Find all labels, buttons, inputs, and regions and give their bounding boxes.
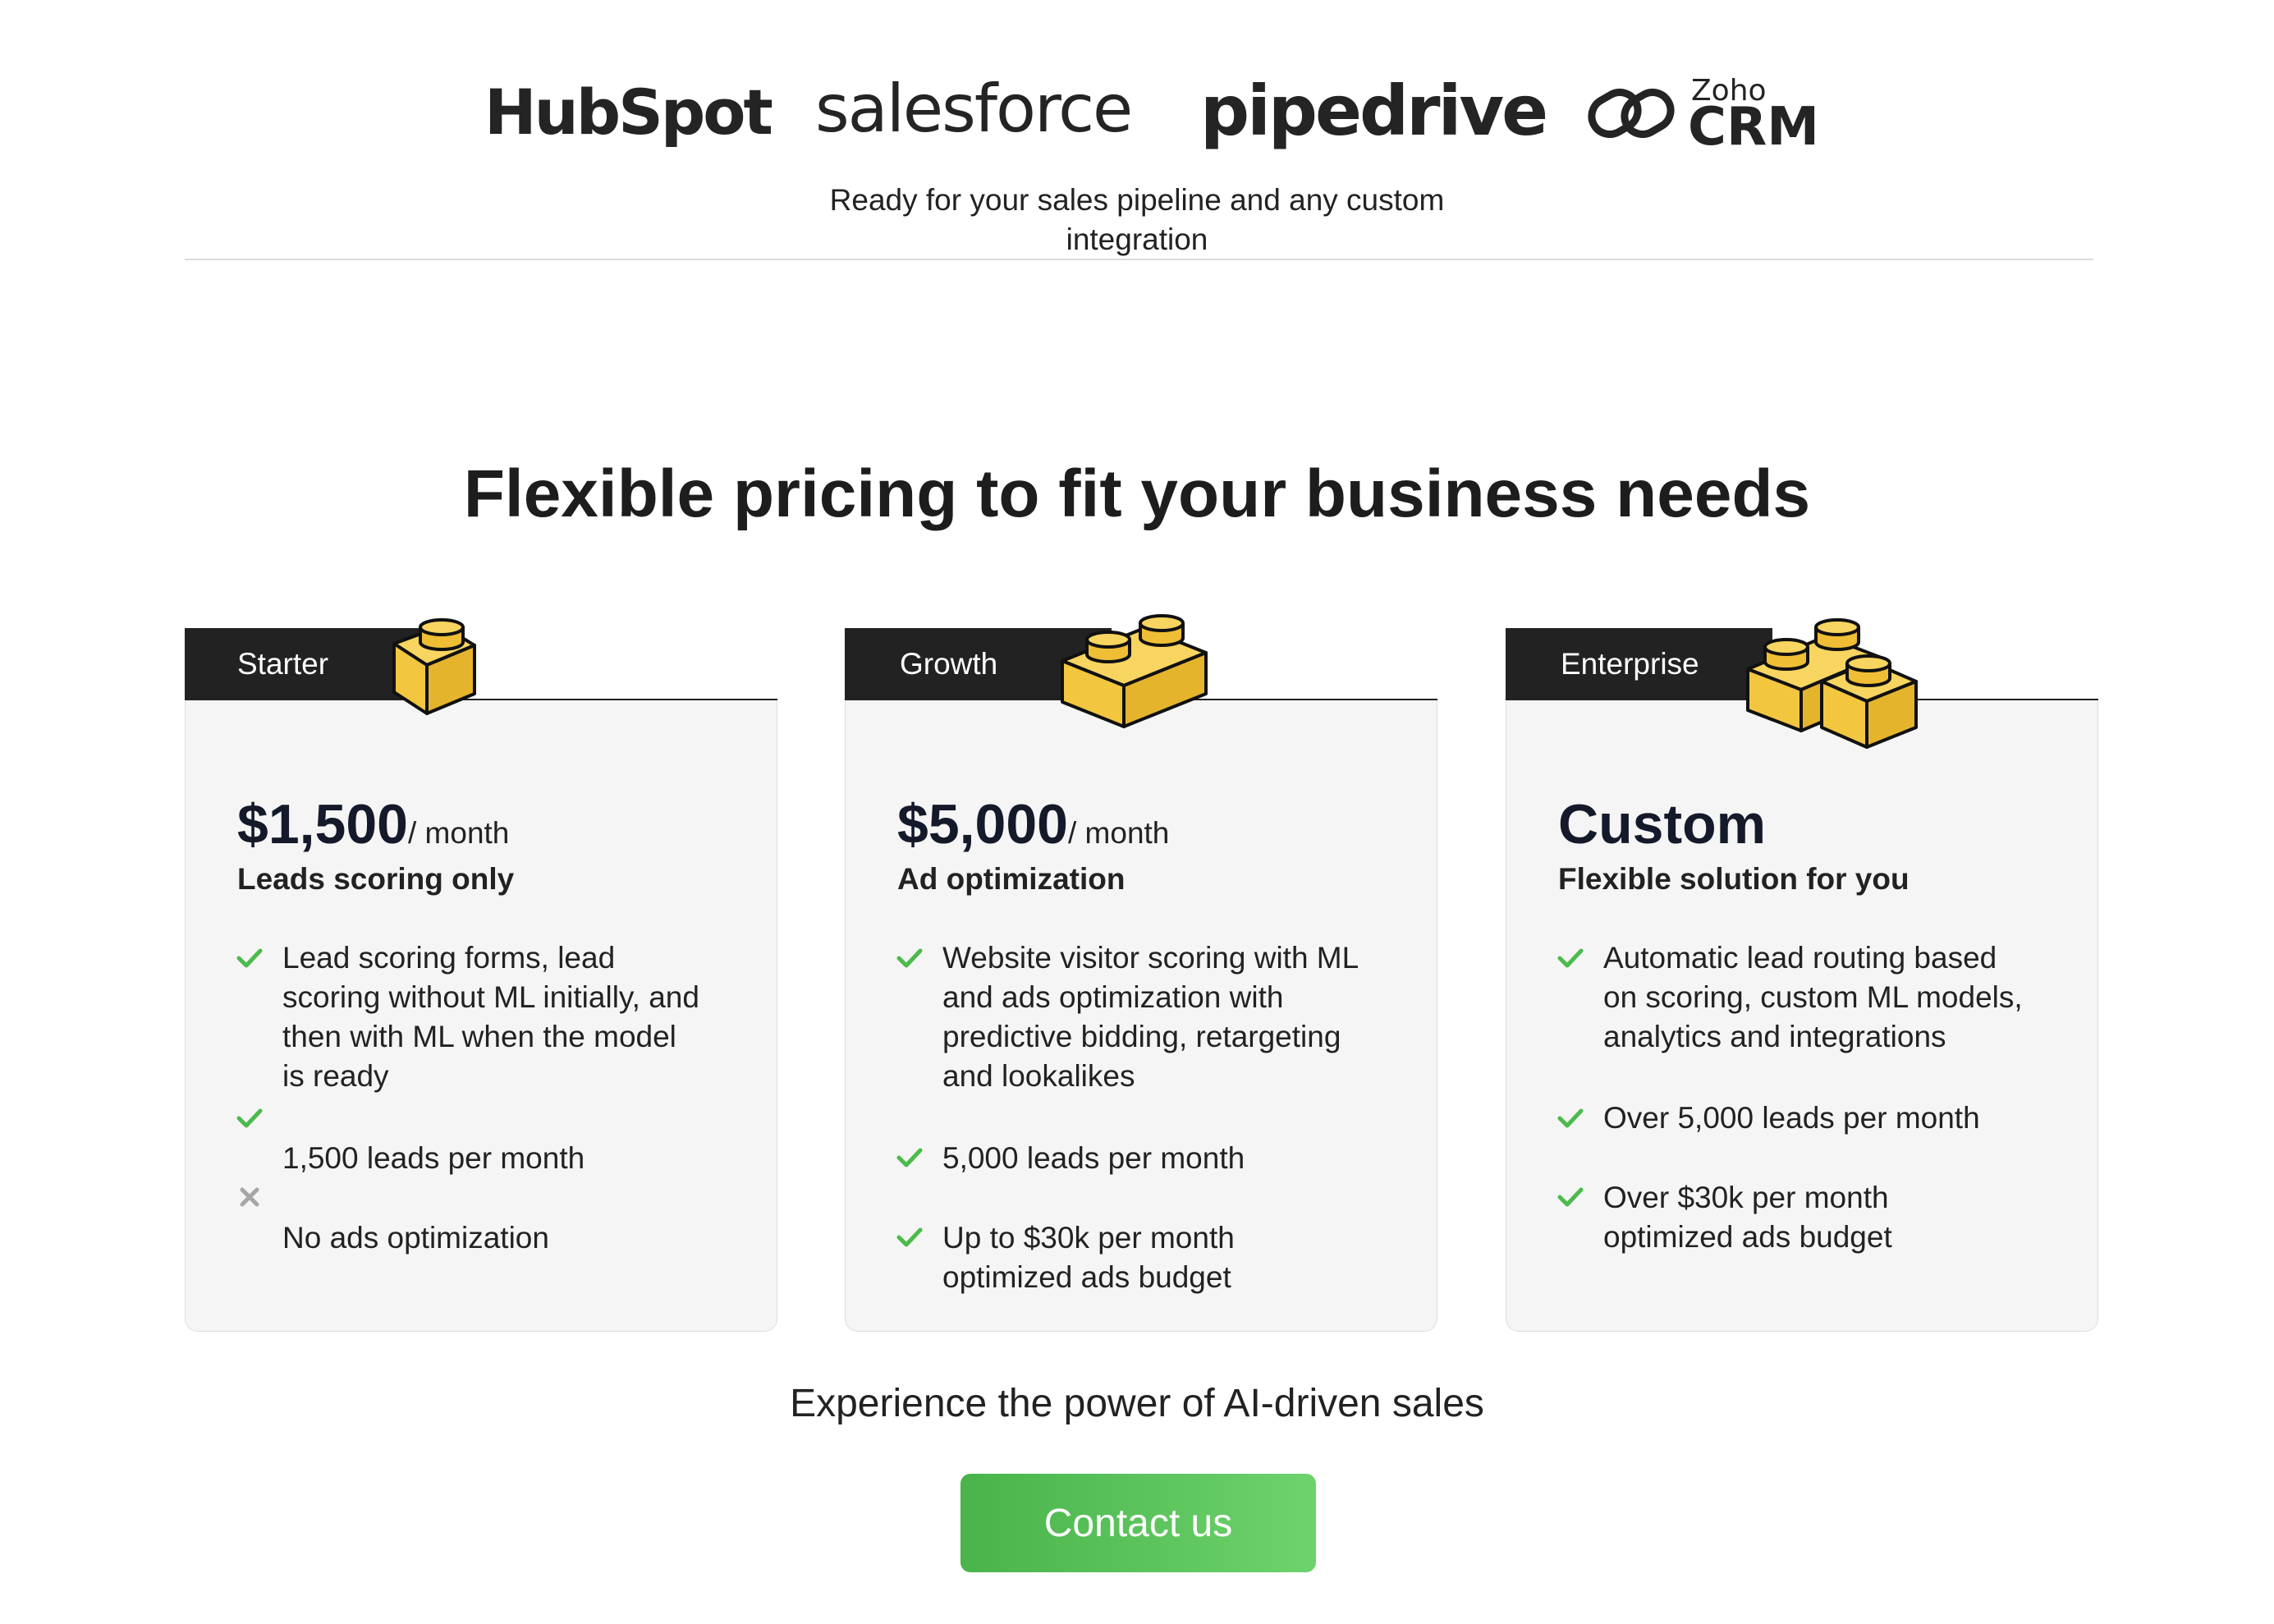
pricing-card-growth: Growth $5,000/ month Ad optimization Web…	[845, 614, 1437, 1333]
feature-item: 1,500 leads per month	[282, 1139, 742, 1178]
zoho-crm-logo: Zoho CRM	[1586, 72, 1819, 158]
feature-line: is ready	[282, 1059, 389, 1093]
feature-item: Over $30k per month optimized ads budget	[1603, 1178, 2063, 1257]
feature-item: No ads optimization	[282, 1218, 742, 1258]
feature-line: optimized ads budget	[942, 1260, 1231, 1294]
section-divider	[185, 259, 2093, 260]
plan-price: $1,500	[237, 793, 408, 856]
check-icon	[1557, 948, 1584, 968]
check-icon	[896, 948, 923, 968]
feature-item: 5,000 leads per month	[942, 1139, 1402, 1178]
pricing-headline: Flexible pricing to fit your business ne…	[463, 456, 1811, 531]
feature-line: predictive bidding, retargeting	[942, 1020, 1341, 1053]
feature-item: Automatic lead routing based on scoring,…	[1603, 938, 2063, 1057]
price-line: Custom	[1558, 792, 1766, 856]
crm-wordmark: CRM	[1688, 97, 1819, 158]
contact-us-button[interactable]: Contact us	[960, 1474, 1316, 1572]
price-period: / month	[407, 816, 510, 850]
hubspot-logo: HubSpot	[484, 76, 773, 149]
feature-line: 1,500 leads per month	[282, 1141, 585, 1175]
feature-line: and ads optimization with	[942, 980, 1284, 1014]
feature-line: Automatic lead routing based	[1603, 941, 1997, 975]
plan-tab-enterprise: Enterprise	[1506, 628, 1772, 700]
cta-text: Experience the power of AI-driven sales	[790, 1382, 1484, 1425]
feature-line: Lead scoring forms, lead	[282, 941, 616, 975]
feature-line: Over 5,000 leads per month	[1603, 1101, 1980, 1135]
check-icon	[1557, 1108, 1584, 1128]
lego-brick-icon	[392, 618, 476, 715]
feature-item: Up to $30k per month optimized ads budge…	[942, 1218, 1402, 1297]
lego-brick-icon	[1746, 618, 1918, 749]
cross-icon	[240, 1187, 259, 1207]
feature-line: optimized ads budget	[1603, 1220, 1892, 1254]
zoho-infinity-icon	[1588, 89, 1675, 138]
lego-brick-icon	[1061, 614, 1208, 728]
feature-line: Up to $30k per month	[942, 1221, 1235, 1255]
feature-line: scoring without ML initially, and	[282, 980, 699, 1014]
pricing-card-starter: Starter $1,500/ month Leads scoring only…	[185, 618, 777, 1333]
feature-line: Over $30k per month	[1603, 1181, 1889, 1214]
plan-price: $5,000	[897, 793, 1068, 856]
feature-line: 5,000 leads per month	[942, 1141, 1245, 1175]
partner-logos: HubSpot salesforce pipedrive Zoho CRM	[0, 0, 2274, 164]
pricing-card-enterprise: Enterprise Custom Flexible solution for …	[1506, 618, 2098, 1333]
feature-line: No ads optimization	[282, 1221, 549, 1255]
feature-line: Website visitor scoring with ML	[942, 941, 1359, 975]
price-line: $1,500/ month	[237, 792, 509, 856]
feature-item: Lead scoring forms, lead scoring without…	[282, 938, 742, 1096]
tagline-line-2: integration	[1066, 222, 1208, 256]
salesforce-logo: salesforce	[815, 71, 1133, 147]
price-line: $5,000/ month	[897, 792, 1169, 856]
feature-line: analytics and integrations	[1603, 1020, 1946, 1053]
feature-line: and lookalikes	[942, 1059, 1135, 1093]
check-icon	[896, 1227, 923, 1247]
plan-subtitle: Flexible solution for you	[1558, 862, 1910, 896]
check-icon	[236, 1108, 263, 1128]
integration-tagline: Ready for your sales pipeline and any cu…	[788, 181, 1486, 259]
check-icon	[236, 948, 263, 968]
feature-line: then with ML when the model	[282, 1020, 676, 1053]
plan-subtitle: Ad optimization	[897, 862, 1126, 896]
feature-item: Website visitor scoring with ML and ads …	[942, 938, 1402, 1096]
check-icon	[1557, 1187, 1584, 1207]
plan-subtitle: Leads scoring only	[237, 862, 515, 896]
feature-line: on scoring, custom ML models,	[1603, 980, 2023, 1014]
check-icon	[896, 1148, 923, 1168]
pipedrive-logo: pipedrive	[1200, 71, 1548, 151]
tagline-line-1: Ready for your sales pipeline and any cu…	[829, 183, 1445, 217]
price-period: / month	[1067, 816, 1170, 850]
feature-item: Over 5,000 leads per month	[1603, 1099, 2063, 1138]
plan-price: Custom	[1558, 793, 1767, 856]
